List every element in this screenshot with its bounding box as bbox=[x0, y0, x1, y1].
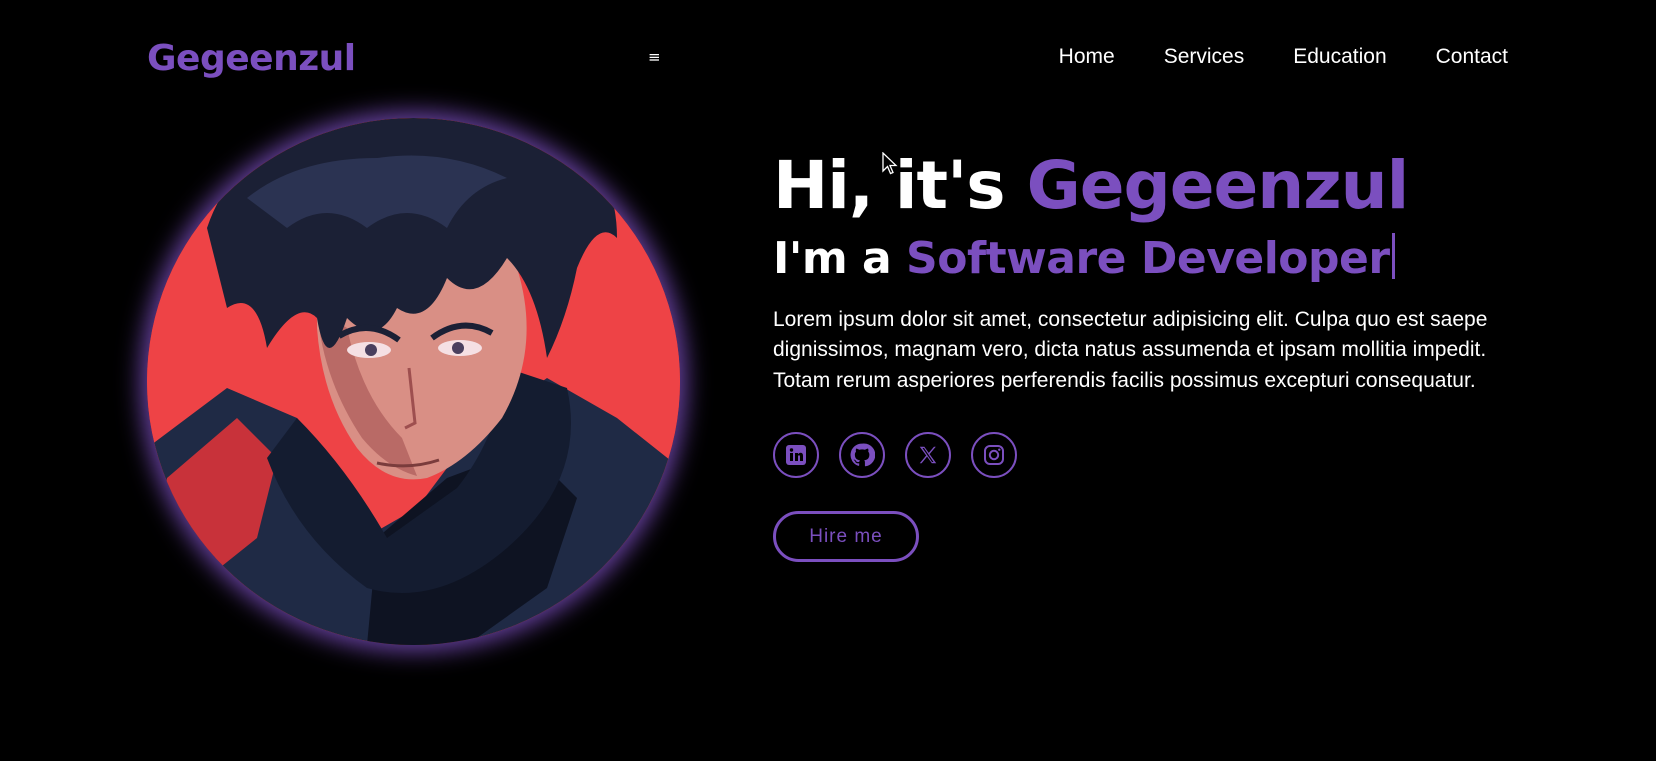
nav-home[interactable]: Home bbox=[1059, 45, 1115, 69]
x-twitter-icon bbox=[919, 447, 937, 464]
hero-description: Lorem ipsum dolor sit amet, consectetur … bbox=[773, 307, 1488, 392]
hero-role: I'm a Software Developer bbox=[773, 232, 1513, 284]
main-nav: Home Services Education Contact bbox=[1059, 45, 1508, 69]
linkedin-icon bbox=[786, 445, 806, 466]
instagram-link[interactable] bbox=[971, 432, 1017, 479]
social-links bbox=[773, 432, 1513, 479]
github-icon bbox=[850, 443, 875, 467]
site-logo[interactable]: Gegeenzul bbox=[147, 38, 356, 79]
nav-contact[interactable]: Contact bbox=[1436, 45, 1508, 69]
profile-portrait bbox=[147, 118, 680, 645]
github-link[interactable] bbox=[839, 432, 885, 479]
hero-name: Gegeenzul bbox=[1026, 147, 1410, 224]
hire-me-button[interactable]: Hire me bbox=[773, 511, 919, 563]
nav-education[interactable]: Education bbox=[1293, 45, 1386, 69]
mouse-cursor-icon bbox=[882, 152, 898, 175]
hero-section: Hi, it's Gegeenzul I'm a Software Develo… bbox=[773, 147, 1513, 563]
x-twitter-link[interactable] bbox=[905, 432, 951, 479]
linkedin-link[interactable] bbox=[773, 432, 819, 479]
nav-services[interactable]: Services bbox=[1164, 45, 1245, 69]
role-title: Software Developer bbox=[906, 232, 1390, 284]
instagram-icon bbox=[984, 445, 1004, 466]
anime-portrait-image bbox=[147, 118, 680, 645]
role-prefix: I'm a bbox=[773, 232, 892, 284]
portfolio-page: Gegeenzul ≡ Home Services Education Cont… bbox=[0, 0, 1656, 761]
typing-caret bbox=[1391, 232, 1395, 279]
hamburger-icon[interactable]: ≡ bbox=[648, 50, 661, 65]
